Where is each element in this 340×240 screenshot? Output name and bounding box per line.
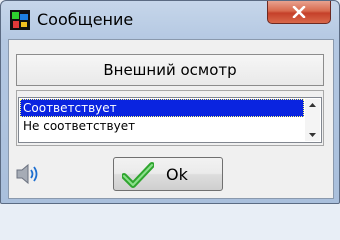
speaker-icon[interactable] bbox=[15, 162, 41, 186]
close-icon bbox=[292, 6, 306, 18]
arrow-down-icon bbox=[309, 133, 316, 137]
options-group: Соответствует Не соответствует bbox=[16, 90, 324, 146]
scroll-down-button[interactable] bbox=[305, 129, 320, 141]
title-bar[interactable]: Сообщение bbox=[1, 1, 339, 39]
app-icon bbox=[10, 10, 30, 30]
close-button[interactable] bbox=[267, 1, 331, 24]
checkmark-icon bbox=[122, 162, 154, 188]
options-listbox[interactable]: Соответствует Не соответствует bbox=[18, 97, 322, 143]
window-title: Сообщение bbox=[37, 10, 134, 29]
scroll-up-button[interactable] bbox=[305, 99, 320, 111]
ok-button[interactable]: Ok bbox=[113, 157, 223, 191]
dialog-content: Внешний осмотр Соответствует Не соответс… bbox=[8, 39, 334, 199]
arrow-up-icon bbox=[309, 103, 316, 107]
section-header: Внешний осмотр bbox=[16, 54, 324, 86]
list-item[interactable]: Соответствует bbox=[20, 99, 304, 117]
list-item[interactable]: Не соответствует bbox=[20, 117, 304, 135]
listbox-scrollbar[interactable] bbox=[305, 99, 320, 141]
dialog-window: Сообщение Внешний осмотр Соответствует Н… bbox=[0, 0, 340, 204]
ok-button-label: Ok bbox=[166, 165, 188, 184]
